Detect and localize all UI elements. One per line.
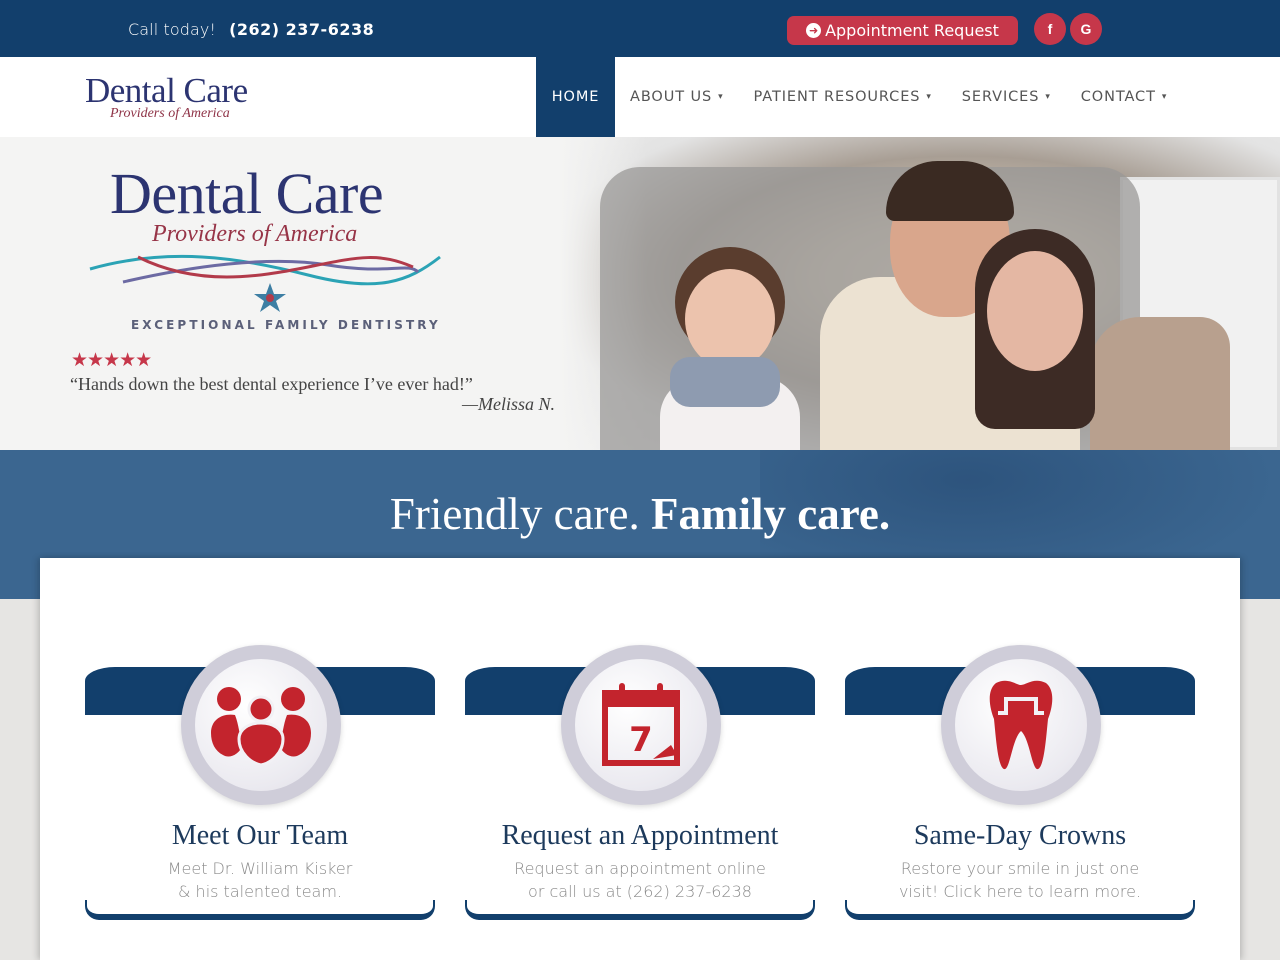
main-navigation: Dental Care Providers of America HOME AB… — [0, 57, 1280, 137]
logo-waves-star-icon — [89, 254, 441, 312]
feature-desc-line: Meet Dr. William Kisker — [167, 859, 353, 878]
nav-label: PATIENT RESOURCES — [753, 89, 921, 105]
logo-title: Dental Care — [85, 71, 248, 110]
tooth-crown-icon — [989, 680, 1053, 770]
site-logo[interactable]: Dental Care Providers of America — [85, 71, 248, 121]
nav-item-contact[interactable]: CONTACT ▾ — [1066, 57, 1182, 137]
slogan-light: Friendly care. — [389, 489, 640, 539]
slogan-bold: Family care. — [651, 489, 891, 539]
feature-base-bar — [845, 900, 1195, 920]
feature-title: Request an Appointment — [501, 820, 779, 851]
feature-meet-our-team[interactable]: Meet Our Team Meet Dr. William Kisker & … — [85, 645, 435, 920]
hero-tagline: EXCEPTIONAL FAMILY DENTISTRY — [131, 318, 441, 332]
feature-icon-ring: 7 — [561, 645, 721, 805]
feature-request-appointment[interactable]: 7 Request an Appointment Request an appo… — [465, 645, 815, 920]
team-icon — [211, 687, 311, 765]
call-label: Call today! — [128, 20, 216, 39]
nav-label: HOME — [551, 89, 600, 105]
photo-mother — [965, 229, 1145, 450]
nav-item-home[interactable]: HOME — [536, 57, 615, 137]
chevron-down-icon: ▾ — [926, 92, 932, 102]
feature-title: Meet Our Team — [171, 820, 349, 851]
features-panel: Meet Our Team Meet Dr. William Kisker & … — [40, 558, 1240, 960]
nav-label: ABOUT US — [630, 89, 713, 105]
chevron-down-icon: ▾ — [1161, 92, 1168, 102]
google-icon[interactable]: G — [1070, 13, 1102, 45]
facebook-icon[interactable]: f — [1034, 13, 1066, 45]
feature-base-bar — [465, 900, 815, 920]
chevron-down-icon: ▾ — [1045, 92, 1051, 102]
feature-icon-ring — [181, 645, 341, 805]
chevron-down-icon: ▾ — [718, 92, 724, 102]
slogan-heading: Friendly care. Family care. — [0, 488, 1280, 540]
feature-desc-line: Request an appointment online — [514, 859, 766, 878]
nav-item-patient-resources[interactable]: PATIENT RESOURCES ▾ — [739, 57, 947, 137]
nav-menu: HOME ABOUT US ▾ PATIENT RESOURCES ▾ SERV… — [536, 57, 1182, 137]
calendar-day: 7 — [629, 720, 653, 760]
five-star-rating-icon: ★★★★★ — [71, 349, 152, 371]
hero-banner: Dental Care Providers of America EXCEPTI… — [0, 137, 1280, 450]
nav-item-services[interactable]: SERVICES ▾ — [947, 57, 1066, 137]
nav-label: CONTACT — [1080, 89, 1156, 105]
feature-description: Restore your smile in just one visit! Cl… — [845, 857, 1195, 903]
feature-base-bar — [85, 900, 435, 920]
feature-icon-ring — [941, 645, 1101, 805]
nav-item-about-us[interactable]: ABOUT US ▾ — [615, 57, 739, 137]
call-today: Call today! (262) 237-6238 — [128, 20, 374, 39]
top-bar: Call today! (262) 237-6238 ➜ Appointment… — [0, 0, 1280, 57]
testimonial-author: —Melissa N. — [462, 394, 556, 414]
feature-same-day-crowns[interactable]: Same-Day Crowns Restore your smile in ju… — [845, 645, 1195, 920]
hero-logo-title: Dental Care — [110, 161, 384, 226]
phone-link[interactable]: (262) 237-6238 — [229, 20, 374, 39]
hero-logo-subtitle: Providers of America — [152, 221, 358, 247]
feature-desc-line: Restore your smile in just one — [900, 859, 1140, 878]
feature-description: Meet Dr. William Kisker & his talented t… — [85, 857, 435, 903]
photo-child — [650, 247, 810, 450]
feature-description: Request an appointment online or call us… — [465, 857, 815, 903]
nav-label: SERVICES — [961, 89, 1040, 105]
appointment-request-button[interactable]: ➜ Appointment Request — [787, 16, 1018, 45]
logo-subtitle: Providers of America — [110, 106, 230, 121]
appointment-request-label: Appointment Request — [825, 21, 999, 40]
testimonial-quote: “Hands down the best dental experience I… — [70, 374, 473, 394]
arrow-circle-right-icon: ➜ — [806, 23, 822, 38]
calendar-icon: 7 — [602, 683, 680, 766]
hero-logo: Dental Care Providers of America — [88, 165, 448, 317]
feature-title: Same-Day Crowns — [913, 820, 1127, 851]
